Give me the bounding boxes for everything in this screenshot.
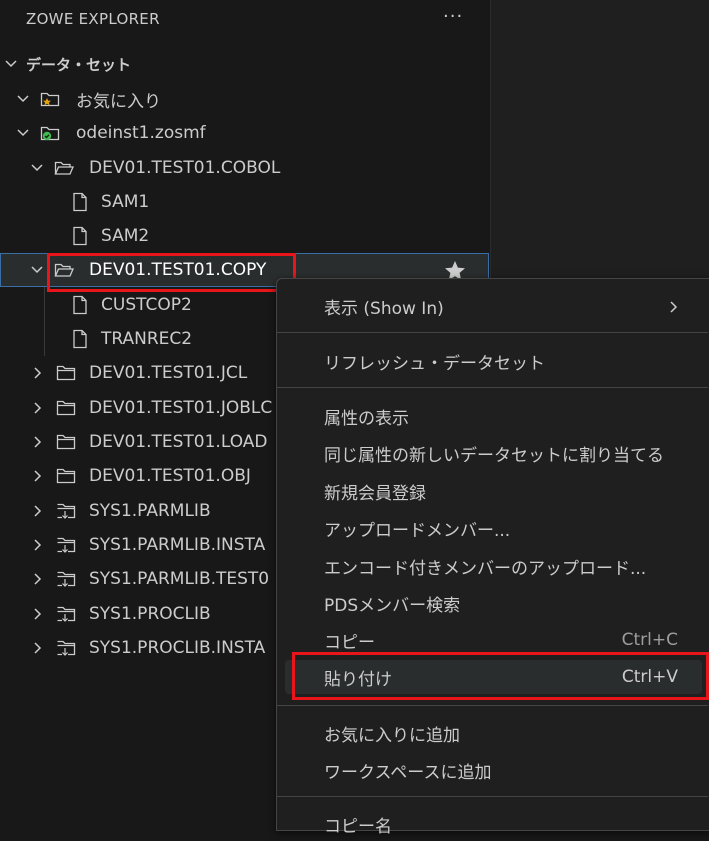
folder-icon — [56, 363, 76, 383]
menu-item-label: リフレッシュ・データセット — [324, 353, 545, 374]
tree-item-label: SAM2 — [101, 226, 150, 246]
migrated-folder-icon — [56, 535, 76, 555]
migrated-folder-icon — [56, 501, 76, 521]
chevron-right-icon — [30, 435, 44, 449]
menu-item-show-in[interactable]: 表示 (Show In) — [285, 289, 702, 323]
chevron-right-icon — [30, 538, 44, 552]
chevron-right-icon — [30, 572, 44, 586]
tree-item-label: SYS1.PARMLIB — [89, 501, 211, 521]
chevron-right-icon — [666, 299, 680, 319]
folder-icon — [56, 432, 76, 452]
chevron-down-icon — [4, 57, 18, 71]
chevron-down-icon — [30, 263, 44, 277]
more-actions-icon[interactable]: ··· — [443, 6, 463, 27]
menu-item-show-attributes[interactable]: 属性の表示 — [285, 399, 702, 433]
tree-item-label: TRANREC2 — [101, 329, 193, 349]
menu-separator — [277, 796, 708, 797]
panel-title: ZOWE EXPLORER — [26, 10, 160, 28]
tree-item-label: odeinst1.zosmf — [76, 123, 206, 143]
tree-item-label: DEV01.TEST01.OBJ — [89, 466, 251, 486]
tree-item-label: SYS1.PROCLIB.INSTA — [89, 638, 266, 658]
tree-item-profile[interactable]: odeinst1.zosmf — [0, 116, 489, 150]
chevron-right-icon — [30, 641, 44, 655]
menu-item-label: お気に入りに追加 — [324, 725, 460, 746]
tree-item-label: お気に入り — [76, 91, 161, 112]
file-icon — [70, 295, 90, 315]
tree-item-label: DEV01.TEST01.LOAD — [89, 432, 268, 452]
chevron-right-icon — [30, 504, 44, 518]
menu-item-label: PDSメンバー検索 — [324, 595, 461, 616]
tree-item-label: DEV01.TEST01.COBOL — [89, 158, 281, 178]
menu-separator — [277, 332, 708, 333]
menu-item-allocate-like[interactable]: 同じ属性の新しいデータセットに割り当てる — [285, 436, 702, 470]
highlight-box — [292, 652, 709, 700]
tree-item-label: SYS1.PARMLIB.TEST0 — [89, 569, 270, 589]
migrated-folder-icon — [56, 569, 76, 589]
menu-item-label: 新規会員登録 — [324, 483, 426, 504]
file-icon — [70, 329, 90, 349]
tree-item-label: SYS1.PARMLIB.INSTA — [89, 535, 266, 555]
profile-active-icon — [40, 123, 60, 143]
folder-open-icon — [54, 158, 74, 178]
tree-item-label: CUSTCOP2 — [101, 295, 192, 315]
tree-item-member[interactable]: SAM2 — [0, 219, 489, 253]
folder-icon — [56, 398, 76, 418]
menu-item-label: ワークスペースに追加 — [324, 762, 492, 783]
migrated-folder-icon — [56, 604, 76, 624]
tree-item-label: SAM1 — [101, 192, 150, 212]
menu-item-label: アップロードメンバー... — [324, 520, 511, 541]
menu-separator — [277, 387, 708, 388]
menu-item-label: 同じ属性の新しいデータセットに割り当てる — [324, 445, 664, 466]
menu-item-add-favorite[interactable]: お気に入りに追加 — [285, 716, 702, 750]
tree-item-label: DEV01.TEST01.JOBLC — [89, 398, 273, 418]
chevron-right-icon — [30, 469, 44, 483]
menu-item-label: コピー — [324, 632, 375, 653]
highlight-box — [47, 253, 296, 292]
tree-item-dataset[interactable]: DEV01.TEST01.COBOL — [0, 151, 489, 185]
menu-item-upload-encoded[interactable]: エンコード付きメンバーのアップロード... — [285, 549, 702, 583]
chevron-down-icon — [30, 161, 44, 175]
menu-item-upload-member[interactable]: アップロードメンバー... — [285, 511, 702, 545]
folder-icon — [56, 466, 76, 486]
chevron-right-icon — [30, 366, 44, 380]
section-datasets[interactable]: データ・セット — [0, 47, 489, 81]
chevron-down-icon — [16, 92, 30, 106]
chevron-right-icon — [30, 401, 44, 415]
menu-item-new-member[interactable]: 新規会員登録 — [285, 474, 702, 508]
menu-item-copy-name[interactable]: コピー名 — [285, 807, 702, 841]
menu-item-label: 属性の表示 — [324, 408, 409, 429]
menu-item-label: コピー名 — [324, 816, 392, 837]
menu-item-label: エンコード付きメンバーのアップロード... — [324, 558, 647, 579]
file-icon — [70, 226, 90, 246]
migrated-folder-icon — [56, 638, 76, 658]
tree-item-favorites[interactable]: お気に入り — [0, 82, 489, 116]
menu-item-label: 表示 (Show In) — [324, 298, 444, 319]
shortcut-label: Ctrl+C — [621, 630, 678, 650]
tree-item-label: DEV01.TEST01.JCL — [89, 363, 248, 383]
favorites-folder-icon — [40, 89, 60, 109]
section-label: データ・セット — [26, 55, 132, 74]
file-icon — [70, 192, 90, 212]
tree-item-label: SYS1.PROCLIB — [89, 604, 211, 624]
menu-item-search-pds[interactable]: PDSメンバー検索 — [285, 586, 702, 620]
chevron-down-icon — [16, 126, 30, 140]
menu-item-add-workspace[interactable]: ワークスペースに追加 — [285, 753, 702, 787]
chevron-right-icon — [30, 607, 44, 621]
tree-item-member[interactable]: SAM1 — [0, 185, 489, 219]
menu-item-refresh[interactable]: リフレッシュ・データセット — [285, 344, 702, 378]
menu-separator — [277, 705, 708, 706]
context-menu: 表示 (Show In) リフレッシュ・データセット 属性の表示 同じ属性の新し… — [276, 278, 709, 837]
